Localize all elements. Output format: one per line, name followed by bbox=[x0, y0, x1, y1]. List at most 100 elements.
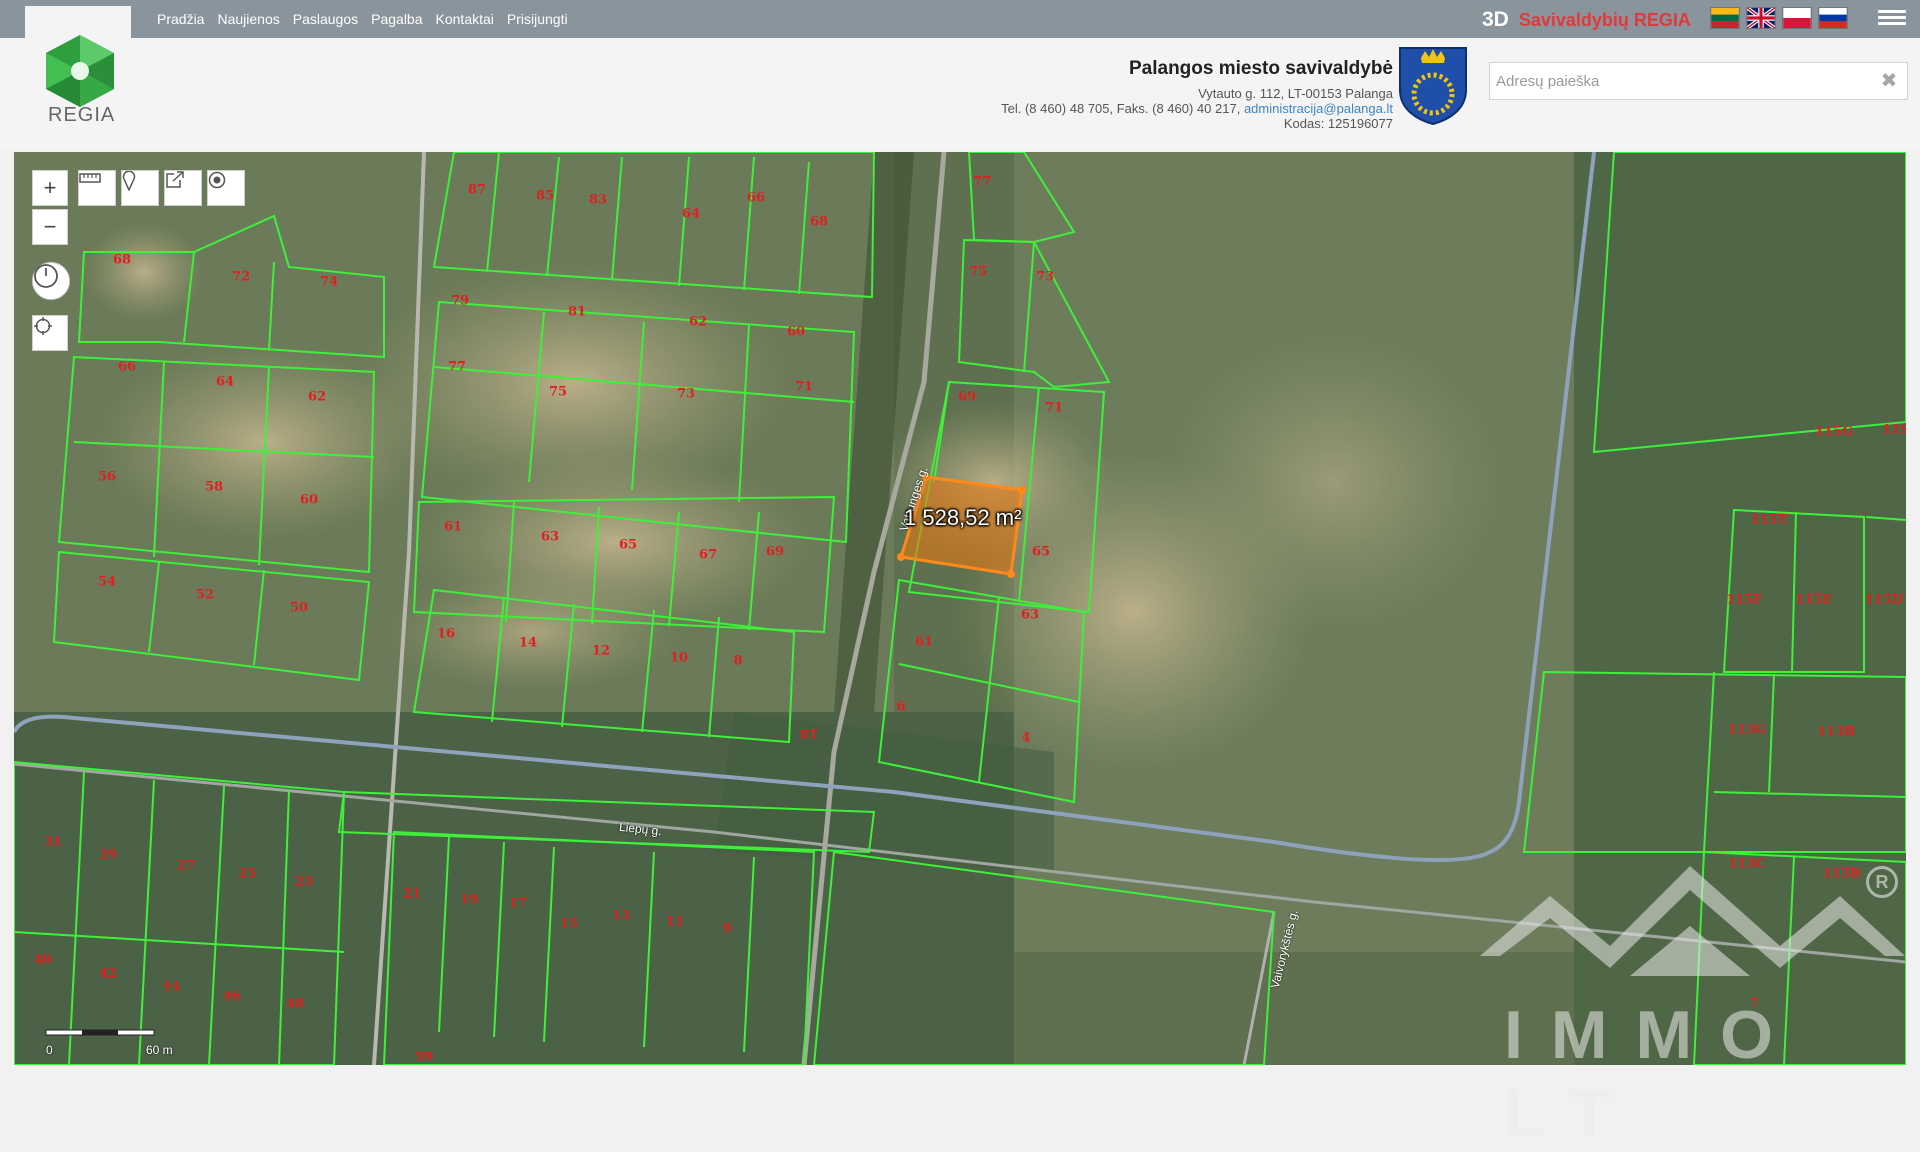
parcel-number-label: 62 bbox=[688, 314, 708, 330]
parcel-number-label: 12 bbox=[591, 643, 611, 659]
parcel-number-label: 68 bbox=[112, 252, 132, 268]
municipality-email-link[interactable]: administracija@palanga.lt bbox=[1244, 101, 1393, 116]
share-icon[interactable] bbox=[164, 170, 202, 206]
parcel-number-label: 4 bbox=[1021, 730, 1031, 746]
watermark-registered-icon: R bbox=[1866, 866, 1898, 898]
parcel-number-label: 66 bbox=[117, 359, 137, 375]
parcel-number-label: 6 bbox=[896, 699, 906, 715]
nav-item-pradzia[interactable]: Pradžia bbox=[157, 11, 204, 27]
parcel-number-label: 62 bbox=[307, 389, 327, 405]
parcel-number-label: 54 bbox=[97, 574, 117, 590]
parcel-number-label: 61 bbox=[914, 634, 934, 650]
nav-item-kontaktai[interactable]: Kontaktai bbox=[436, 11, 494, 27]
locate-me-icon[interactable] bbox=[32, 315, 68, 351]
municipality-info: Palangos miesto savivaldybė Vytauto g. 1… bbox=[1001, 58, 1393, 131]
search-clear-icon[interactable]: ✖ bbox=[1877, 69, 1901, 93]
parcel-number-label: 64 bbox=[215, 374, 235, 390]
parcel-number-label: 87 bbox=[467, 182, 487, 198]
municipality-address: Vytauto g. 112, LT-00153 Palanga bbox=[1198, 86, 1393, 101]
nav-item-paslaugos[interactable]: Paslaugos bbox=[293, 11, 358, 27]
parcel-number-label: 8T bbox=[799, 727, 819, 743]
address-search: ✖ bbox=[1489, 62, 1908, 100]
parcel-number-label: 58 bbox=[204, 479, 224, 495]
hamburger-menu-icon[interactable] bbox=[1878, 7, 1906, 31]
parcel-number-label: 13 bbox=[611, 908, 631, 924]
parcel-number-label: 73 bbox=[1035, 269, 1055, 285]
address-search-input[interactable] bbox=[1496, 63, 1876, 99]
parcel-number-label: 11 bbox=[665, 914, 685, 930]
parcel-number-label: 25 bbox=[237, 866, 257, 882]
parcel-number-label: 113B bbox=[1816, 724, 1856, 740]
parcel-number-label: 65 bbox=[1031, 544, 1051, 560]
parcel-number-label: 16 bbox=[436, 626, 456, 642]
flag-ru-icon[interactable] bbox=[1818, 7, 1848, 29]
parcel-number-label: 68 bbox=[809, 214, 829, 230]
parcel-number-label: 48 bbox=[285, 996, 305, 1012]
top-bar: Pradžia Naujienos Paslaugos Pagalba Kont… bbox=[0, 0, 1920, 38]
brand-3d-label: 3D bbox=[1482, 8, 1509, 31]
parcel-number-label: 85 bbox=[535, 188, 555, 204]
parcel-number-label: 113G bbox=[1727, 722, 1767, 738]
municipality-contacts: Tel. (8 460) 48 705, Faks. (8 460) 40 21… bbox=[1001, 101, 1393, 116]
brand-name: Savivaldybių REGIA bbox=[1518, 9, 1691, 30]
flag-pl-icon[interactable] bbox=[1782, 7, 1812, 29]
parcel-number-label: 44 bbox=[161, 979, 181, 995]
zoom-in-button[interactable]: + bbox=[32, 170, 68, 206]
parcel-number-label: 66 bbox=[746, 190, 766, 206]
parcel-number-label: 64 bbox=[681, 206, 701, 222]
parcel-number-label: 8 bbox=[733, 653, 743, 669]
parcel-number-label: 56 bbox=[97, 469, 117, 485]
regia-logo-text: REGIA bbox=[48, 104, 116, 126]
parcel-number-label: 63 bbox=[540, 529, 560, 545]
parcel-number-label: 115G bbox=[1814, 424, 1854, 440]
parcel-number-label: 115D bbox=[1864, 592, 1904, 608]
parcel-number-label: 40 bbox=[33, 952, 53, 968]
parcel-number-label: 31 bbox=[43, 834, 63, 850]
parcel-number-label: 60 bbox=[299, 492, 319, 508]
parcel-number-label: 60 bbox=[786, 324, 806, 340]
main-nav: Pradžia Naujienos Paslaugos Pagalba Kont… bbox=[157, 0, 568, 38]
parcel-number-label: 74 bbox=[319, 274, 339, 290]
parcel-number-label: 15 bbox=[559, 916, 579, 932]
parcel-number-label: 71 bbox=[1044, 400, 1064, 416]
municipality-name: Palangos miesto savivaldybė bbox=[1128, 58, 1393, 79]
parcel-number-label: 10 bbox=[669, 650, 689, 666]
parcel-number-label: 115F bbox=[1725, 592, 1763, 608]
flag-lt-icon[interactable] bbox=[1710, 7, 1740, 29]
parcel-number-label: 115T bbox=[1750, 512, 1788, 528]
target-icon[interactable] bbox=[207, 170, 245, 206]
parcel-number-label: 11S bbox=[1882, 422, 1906, 438]
parcel-number-label: 9 bbox=[722, 921, 732, 937]
brand[interactable]: 3D Savivaldybių REGIA bbox=[1482, 8, 1691, 32]
nav-item-prisijungti[interactable]: Prisijungti bbox=[507, 11, 568, 27]
nav-item-pagalba[interactable]: Pagalba bbox=[371, 11, 422, 27]
scale-bar: 0 60 m bbox=[32, 1026, 182, 1062]
parcel-number-label: 52 bbox=[195, 587, 215, 603]
parcel-number-label: 67 bbox=[698, 547, 718, 563]
nav-item-naujienos[interactable]: Naujienos bbox=[217, 11, 279, 27]
parcel-number-label: 59 bbox=[414, 1049, 434, 1065]
ruler-icon[interactable] bbox=[78, 170, 116, 206]
history-clock-icon[interactable] bbox=[32, 262, 70, 300]
parcel-number-label: 71 bbox=[794, 379, 814, 395]
parcel-number-label: 14 bbox=[518, 635, 538, 651]
pin-icon[interactable] bbox=[121, 170, 159, 206]
parcel-number-label: 75 bbox=[968, 264, 988, 280]
flag-gb-icon[interactable] bbox=[1746, 7, 1776, 29]
area-measurement-label: 1 528,52 m² bbox=[904, 505, 1022, 530]
parcel-number-label: 27 bbox=[176, 858, 196, 874]
zoom-out-button[interactable]: − bbox=[32, 209, 68, 245]
parcel-number-label: 63 bbox=[1020, 607, 1040, 623]
parcel-number-label: 46 bbox=[222, 989, 242, 1005]
parcel-number-label: 69 bbox=[765, 544, 785, 560]
parcel-number-label: 79 bbox=[450, 293, 470, 309]
parcel-number-label: 72 bbox=[231, 269, 251, 285]
parcel-number-label: 75 bbox=[548, 384, 568, 400]
scale-start-label: 0 bbox=[46, 1043, 53, 1057]
parcel-number-label: 83 bbox=[588, 192, 608, 208]
parcel-number-label: 65 bbox=[618, 537, 638, 553]
parcel-number-label: 61 bbox=[443, 519, 463, 535]
parcel-number-label: 17 bbox=[508, 895, 528, 911]
parcel-number-label: 77 bbox=[447, 359, 467, 375]
parcel-number-label: 42 bbox=[98, 966, 118, 982]
